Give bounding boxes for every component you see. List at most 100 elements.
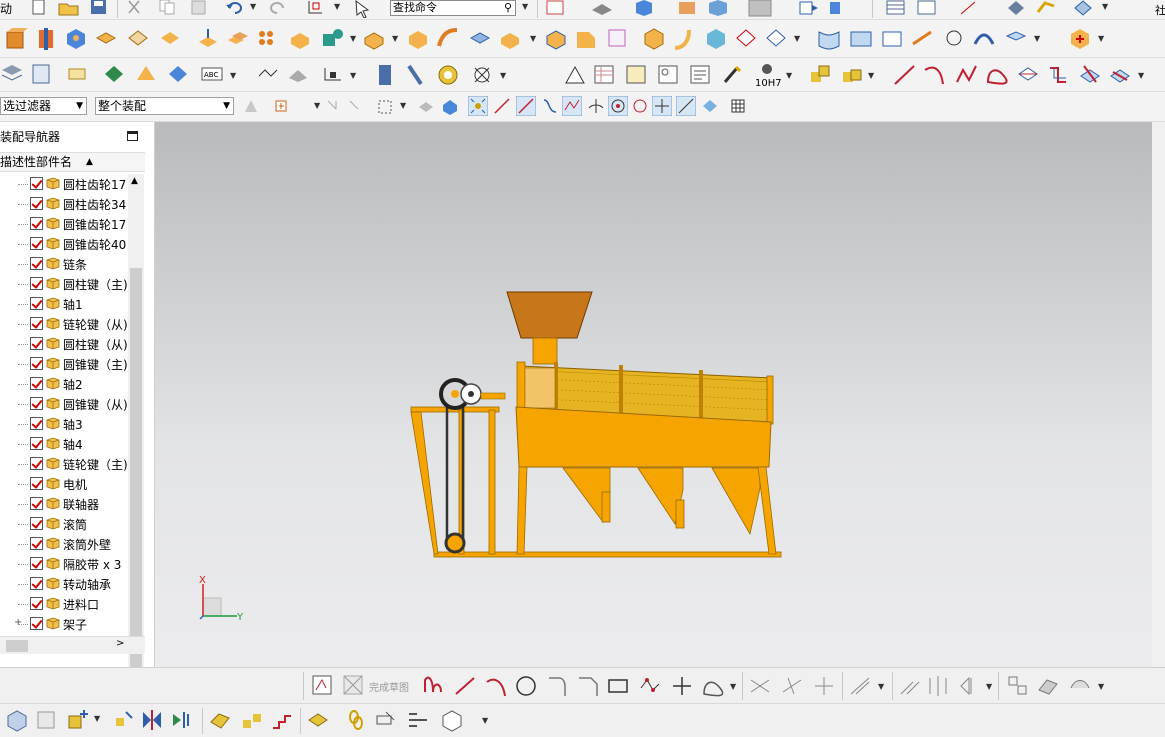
scroll-up-icon[interactable]: ▲ (131, 176, 138, 186)
snap-intersection-icon[interactable] (562, 96, 582, 116)
section-view-icon[interactable] (706, 0, 730, 16)
chain-link-icon[interactable] (344, 708, 368, 732)
offset-curve-icon[interactable] (1046, 62, 1072, 88)
pattern-curve-icon[interactable] (898, 674, 922, 698)
sketch-icon[interactable] (311, 674, 335, 698)
spring-icon[interactable] (374, 62, 398, 88)
mirror-assembly-icon[interactable] (140, 708, 164, 732)
pad-icon[interactable] (158, 26, 182, 52)
spline-icon[interactable] (984, 62, 1010, 88)
background-icon[interactable] (748, 0, 774, 18)
model-drum-screen-machine[interactable]: X Y (155, 122, 1152, 667)
quick-extend-icon[interactable] (780, 674, 804, 698)
visibility-checkbox[interactable] (30, 357, 43, 370)
tree-row[interactable]: 轴1 (0, 294, 145, 314)
hole-icon[interactable] (64, 26, 88, 52)
snap-quadrant-icon[interactable] (630, 96, 650, 116)
boss-icon[interactable] (94, 26, 118, 52)
list-icon[interactable] (916, 0, 938, 16)
polyline-icon[interactable] (954, 62, 980, 88)
visibility-checkbox[interactable] (30, 297, 43, 310)
snap-on-face-icon[interactable] (700, 96, 720, 116)
cut-icon[interactable] (124, 0, 146, 16)
visibility-checkbox[interactable] (30, 597, 43, 610)
redo-icon[interactable] (266, 0, 288, 16)
visibility-checkbox[interactable] (30, 337, 43, 350)
scroll-thumb[interactable] (6, 640, 28, 652)
datum-icon[interactable] (322, 62, 348, 88)
copy-icon[interactable] (158, 0, 178, 16)
cubes-icon[interactable] (840, 62, 866, 88)
point-icon[interactable] (670, 674, 694, 698)
project-curve-icon[interactable] (1078, 62, 1104, 88)
tree-row[interactable]: 电机 (0, 474, 145, 494)
snap-center-icon[interactable] (608, 96, 628, 116)
save-icon[interactable] (90, 0, 108, 16)
sheet-table-icon[interactable] (592, 62, 618, 88)
tree-row[interactable]: 轴4 (0, 434, 145, 454)
intersect-curve-icon[interactable] (1108, 62, 1134, 88)
visibility-checkbox[interactable] (30, 557, 43, 570)
tree-row[interactable]: 滚筒外壁 (0, 534, 145, 554)
fit-view-icon[interactable] (545, 0, 567, 16)
stack-icon[interactable] (808, 62, 834, 88)
tree-row[interactable]: 隔胶带 x 3 (0, 554, 145, 574)
offset-face-icon[interactable] (362, 26, 386, 52)
pattern-icon[interactable] (226, 26, 250, 52)
sew-icon[interactable] (910, 26, 934, 52)
visibility-checkbox[interactable] (30, 477, 43, 490)
select-grid-icon[interactable] (728, 96, 748, 116)
note-icon[interactable] (66, 62, 90, 88)
combine-icon[interactable] (288, 26, 312, 52)
add-component-icon[interactable] (35, 708, 59, 732)
wave-link-icon[interactable] (306, 708, 330, 732)
assembly-navigator-icon[interactable] (5, 708, 29, 732)
mirror-icon[interactable] (606, 26, 630, 52)
visibility-checkbox[interactable] (30, 277, 43, 290)
synchronous-icon[interactable] (1068, 26, 1092, 52)
orient-view-icon[interactable] (632, 0, 656, 16)
drawing-grid-icon[interactable] (624, 62, 650, 88)
navigator-horizontal-scrollbar[interactable]: > (0, 636, 145, 654)
maximize-icon[interactable] (127, 131, 138, 141)
finish-sketch-icon[interactable] (342, 674, 366, 698)
emboss-icon[interactable] (196, 26, 220, 52)
visibility-checkbox[interactable] (30, 197, 43, 210)
blend-icon[interactable] (544, 26, 568, 52)
move-components-icon[interactable] (170, 708, 194, 732)
rectangle-icon[interactable] (606, 674, 630, 698)
interference-check-icon[interactable] (374, 708, 398, 732)
tree-row[interactable]: + 架子 (0, 614, 145, 634)
snap-all-icon[interactable] (468, 96, 488, 116)
feature-ref-icon[interactable] (286, 62, 312, 88)
tree-row[interactable]: 转动轴承 (0, 574, 145, 594)
layer-settings-icon[interactable] (0, 62, 24, 88)
brush-icon[interactable] (720, 62, 746, 88)
snap-point-icon[interactable] (324, 97, 344, 117)
extrude-icon[interactable] (4, 26, 28, 52)
visibility-checkbox[interactable] (30, 317, 43, 330)
scroll-right-icon[interactable]: > (116, 638, 124, 649)
snap-perpendicular-icon[interactable] (586, 96, 606, 116)
sketch-circle-icon[interactable] (514, 674, 538, 698)
snap-on-curve-icon[interactable] (676, 96, 696, 116)
tree-row[interactable]: 圆锥齿轮40 (0, 234, 145, 254)
sweep-icon[interactable] (436, 26, 460, 52)
undo-icon[interactable] (225, 0, 247, 16)
snap-existing-point-icon[interactable] (652, 96, 672, 116)
trim-body-icon[interactable] (320, 26, 346, 52)
mesh-surface-icon[interactable] (848, 26, 874, 52)
rect-select-icon[interactable] (376, 97, 396, 117)
tree-row[interactable]: 圆柱齿轮17 (0, 174, 145, 194)
deformable-part-icon[interactable] (440, 708, 464, 732)
visibility-checkbox[interactable] (30, 377, 43, 390)
pocket-icon[interactable] (126, 26, 150, 52)
select-face-icon[interactable] (440, 97, 460, 117)
snap-curve-icon[interactable] (540, 96, 560, 116)
visibility-checkbox[interactable] (30, 397, 43, 410)
snap-midpoint-icon[interactable] (516, 96, 536, 116)
tree-row[interactable]: 链条 (0, 254, 145, 274)
type-filter-select[interactable]: 选过滤器 ▼ (0, 97, 87, 115)
tree-row[interactable]: 进料口 (0, 594, 145, 614)
sequence-icon[interactable] (270, 708, 294, 732)
